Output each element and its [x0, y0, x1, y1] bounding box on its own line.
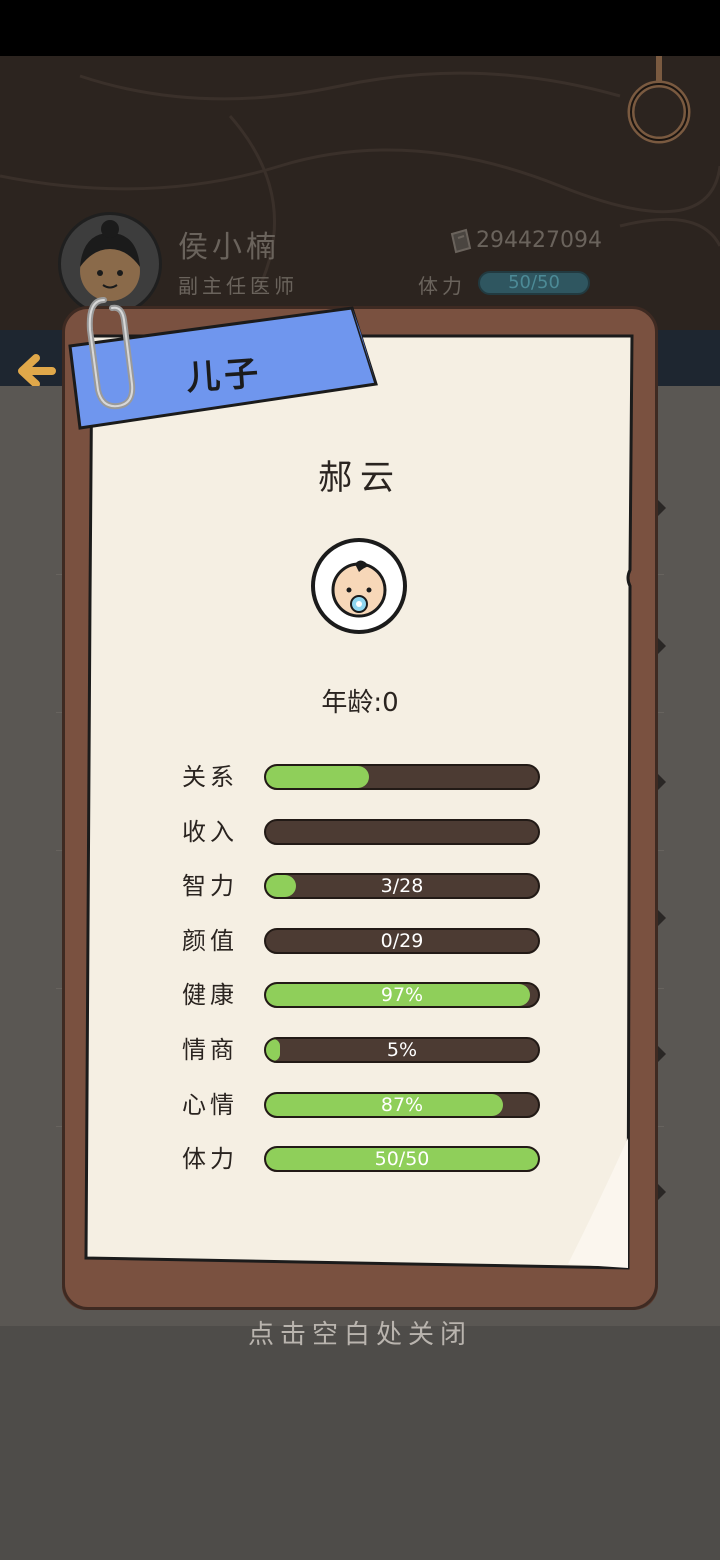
stat-row: 体力 50/50	[182, 1144, 542, 1174]
stat-value: 5%	[386, 1039, 418, 1061]
stat-label: 智力	[182, 872, 238, 900]
stat-row: 关系	[182, 762, 542, 792]
stat-progress-bar: 97%	[264, 982, 540, 1008]
stat-value: 97%	[380, 984, 424, 1006]
stat-label: 健康	[182, 981, 238, 1009]
stat-progress-bar: 3/28	[264, 873, 540, 899]
stat-progress-bar: 50/50	[264, 1146, 540, 1172]
stat-label: 关系	[182, 763, 238, 791]
stat-row: 情商 5%	[182, 1035, 542, 1065]
stat-row: 智力 3/28	[182, 871, 542, 901]
stat-progress-bar: 0/29	[264, 928, 540, 954]
stat-progress-bar	[264, 819, 540, 845]
stat-row: 心情 87%	[182, 1090, 542, 1120]
stat-progress-bar	[264, 764, 540, 790]
stat-label: 体力	[182, 1145, 238, 1173]
stat-value: 3/28	[380, 875, 424, 897]
baby-avatar-icon	[311, 538, 407, 634]
child-age: 年龄:0	[321, 688, 399, 718]
stat-value: 0/29	[380, 930, 424, 952]
stat-label: 心情	[182, 1091, 238, 1119]
stat-value: 50/50	[374, 1148, 430, 1170]
stat-value	[266, 821, 538, 843]
stat-value	[266, 766, 538, 788]
stat-label: 收入	[182, 818, 238, 846]
child-name: 郝云	[318, 458, 402, 498]
stat-progress-bar: 87%	[264, 1092, 540, 1118]
stat-value: 87%	[380, 1094, 424, 1116]
stat-label: 情商	[182, 1036, 238, 1064]
close-hint[interactable]: 点击空白处关闭	[0, 1314, 720, 1351]
stat-row: 收入	[182, 817, 542, 847]
stat-progress-bar: 5%	[264, 1037, 540, 1063]
stat-row: 健康 97%	[182, 980, 542, 1010]
stat-label: 颜值	[182, 927, 238, 955]
stat-row: 颜值 0/29	[182, 926, 542, 956]
